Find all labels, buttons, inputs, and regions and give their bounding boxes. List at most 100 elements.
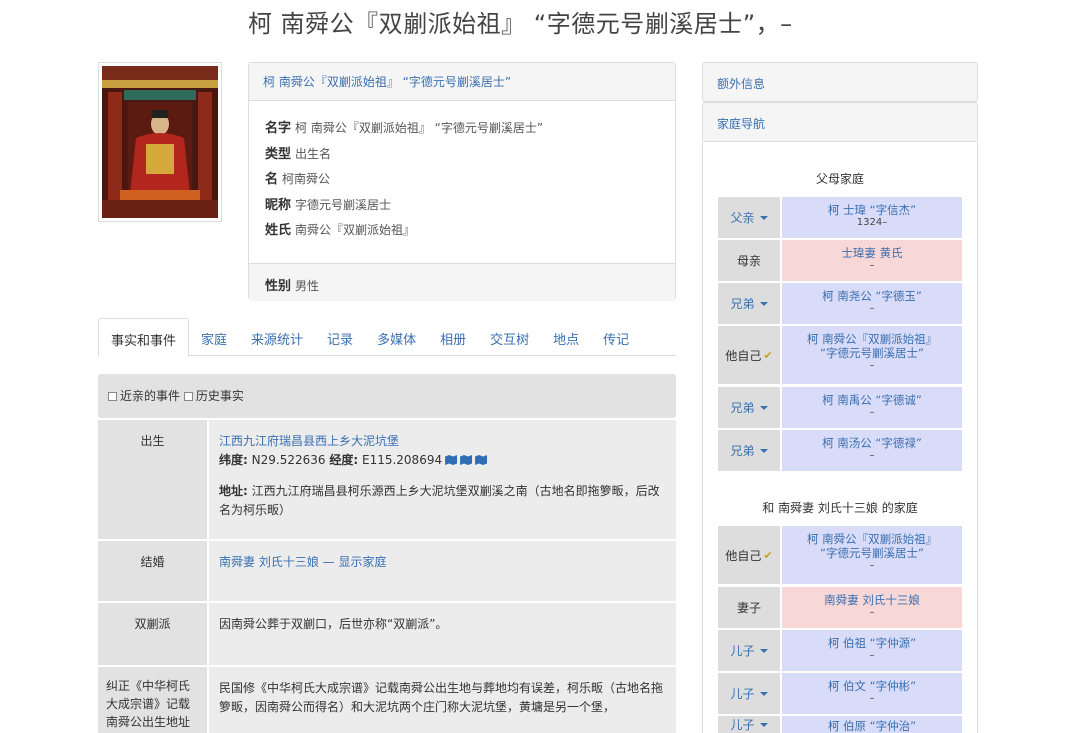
- relatives-events-checkbox[interactable]: [108, 392, 117, 401]
- fact-row-marriage: 结婚 南舜妻 刘氏十三娘 — 显示家庭: [98, 541, 676, 603]
- name-row-nickname: 昵称 字德元号剻溪居士: [265, 194, 661, 220]
- person-name: 柯 南舜公『双剻派始祖』: [806, 332, 938, 346]
- person-name: 士瑋妻 黄氏: [841, 246, 903, 260]
- person-card-wife[interactable]: 南舜妻 刘氏十三娘 –: [782, 587, 962, 628]
- person-dates: –: [869, 260, 875, 271]
- tab-biography[interactable]: 传记: [591, 318, 641, 356]
- relation-brother-dropdown[interactable]: 兄弟: [718, 430, 780, 471]
- tab-albums[interactable]: 相册: [428, 318, 478, 356]
- relation-label: 兄弟: [730, 444, 755, 458]
- person-name-line2: “字德元号剻溪居士”: [820, 346, 924, 360]
- relation-label: 儿子: [730, 718, 755, 732]
- tab-places[interactable]: 地点: [541, 318, 591, 356]
- person-card-son[interactable]: 柯 伯文 “字仲彬” –: [782, 673, 962, 714]
- spouse-link[interactable]: 南舜妻 刘氏十三娘: [219, 555, 319, 569]
- relation-brother-dropdown[interactable]: 兄弟: [718, 387, 780, 428]
- latitude-label: 纬度:: [219, 453, 248, 467]
- person-card-brother[interactable]: 柯 南汤公 “字德禄” –: [782, 430, 962, 471]
- relatives-events-label[interactable]: 近亲的事件: [120, 389, 180, 403]
- person-card-mother[interactable]: 士瑋妻 黄氏 –: [782, 240, 962, 281]
- relation-son-dropdown[interactable]: 儿子: [718, 716, 780, 733]
- tab-records[interactable]: 记录: [315, 318, 365, 356]
- historical-facts-checkbox[interactable]: [183, 392, 193, 401]
- person-dates: –: [869, 450, 875, 461]
- show-family-link[interactable]: 显示家庭: [338, 555, 386, 569]
- tab-family[interactable]: 家庭: [189, 318, 239, 356]
- relation-son-dropdown[interactable]: 儿子: [718, 630, 780, 671]
- portrait-image[interactable]: [98, 62, 222, 222]
- family-row-son: 儿子 柯 伯祖 “字仲源” –: [718, 630, 962, 671]
- label-gender: 性别: [265, 279, 292, 294]
- family-row-father: 父亲 柯 士瑋 “字信杰” 1324–: [718, 197, 962, 238]
- birth-place-link[interactable]: 江西九江府瑞昌县西上乡大泥坑堡: [219, 432, 666, 451]
- relation-label: 他自己: [725, 348, 762, 363]
- extra-info-panel[interactable]: 额外信息: [702, 62, 978, 102]
- person-dates: 1324–: [856, 217, 888, 228]
- person-dates: –: [869, 607, 875, 618]
- relation-wife: 妻子: [718, 587, 780, 628]
- tab-bar: 事实和事件 家庭 来源统计 记录 多媒体 相册 交互树 地点 传记: [98, 318, 676, 357]
- family-nav-panel[interactable]: 家庭导航: [702, 102, 978, 142]
- map-icon[interactable]: [445, 455, 458, 465]
- tab-media[interactable]: 多媒体: [365, 318, 428, 356]
- caret-down-icon: [759, 691, 768, 696]
- relation-self: 他自己 ✔: [718, 526, 780, 584]
- value-name: 柯 南舜公『双剻派始祖』 “字德元号剻溪居士”: [295, 121, 544, 135]
- tab-interactive-tree[interactable]: 交互树: [478, 318, 541, 356]
- map-icon[interactable]: [475, 455, 488, 465]
- historical-facts-label[interactable]: 历史事实: [196, 389, 244, 403]
- value-gender: 男性: [295, 279, 320, 293]
- family-row-self: 他自己 ✔ 柯 南舜公『双剻派始祖』 “字德元号剻溪居士” –: [718, 526, 962, 584]
- value-type: 出生名: [295, 146, 332, 161]
- value-given: 柯南舜公: [282, 172, 331, 186]
- fact-body-shuangkuai: 因南舜公葬于双剻口，后世亦称“双剻派”。: [209, 603, 676, 665]
- value-surname: 南舜公『双剻派始祖』: [295, 223, 416, 237]
- fact-row-birth: 出生 江西九江府瑞昌县西上乡大泥坑堡 纬度: N29.522636 经度: E1…: [98, 420, 676, 541]
- tab-sources[interactable]: 来源统计: [239, 318, 315, 356]
- person-card-brother[interactable]: 柯 南禹公 “字德诚” –: [782, 387, 962, 428]
- person-card-self[interactable]: 柯 南舜公『双剻派始祖』 “字德元号剻溪居士” –: [782, 526, 962, 584]
- fact-row-shuangkuai: 双剻派 因南舜公葬于双剻口，后世亦称“双剻派”。: [98, 603, 676, 667]
- label-nickname: 昵称: [265, 197, 292, 213]
- event-filter-bar: 近亲的事件 历史事实: [98, 374, 676, 418]
- tab-facts-events[interactable]: 事实和事件: [98, 318, 190, 357]
- person-card-son[interactable]: 柯 伯祖 “字仲源” –: [782, 630, 962, 671]
- caret-down-icon: [759, 722, 768, 727]
- relation-son-dropdown[interactable]: 儿子: [718, 673, 780, 714]
- person-name: 南舜妻 刘氏十三娘: [824, 593, 920, 607]
- name-panel-header[interactable]: 柯 南舜公『双剻派始祖』 “字德元号剻溪居士”: [249, 63, 675, 101]
- birth-address: 地址: 江西九江府瑞昌县柯乐源西上乡大泥坑堡双剻溪之南（古地名即拖箩畈，后改名为…: [219, 482, 666, 520]
- fact-label-marriage: 结婚: [98, 541, 209, 601]
- check-icon: ✔: [763, 348, 773, 362]
- fact-body-birth: 江西九江府瑞昌县西上乡大泥坑堡 纬度: N29.522636 经度: E115.…: [209, 420, 676, 539]
- fact-label-shuangkuai: 双剻派: [98, 603, 209, 665]
- facts-table: 出生 江西九江府瑞昌县西上乡大泥坑堡 纬度: N29.522636 经度: E1…: [98, 420, 676, 733]
- relation-label: 兄弟: [730, 297, 755, 311]
- person-name: 柯 士瑋 “字信杰”: [827, 203, 917, 217]
- check-icon: ✔: [763, 548, 773, 562]
- relation-label: 儿子: [730, 644, 755, 658]
- person-card-self[interactable]: 柯 南舜公『双剻派始祖』 “字德元号剻溪居士” –: [782, 326, 962, 384]
- caret-down-icon: [759, 448, 768, 453]
- name-details: 名字柯 南舜公『双剻派始祖』 “字德元号剻溪居士” 类型 出生名 名柯南舜公 昵称…: [249, 101, 675, 263]
- family-row-brother: 兄弟 柯 南禹公 “字德诚” –: [718, 387, 962, 428]
- map-icon[interactable]: [460, 455, 473, 465]
- relation-father-dropdown[interactable]: 父亲: [718, 197, 780, 238]
- family-row-brother: 兄弟 柯 南尧公 “字德玉” –: [718, 283, 962, 324]
- person-name: 柯 南尧公 “字德玉”: [822, 289, 922, 303]
- person-name: 柯 伯文 “字仲彬”: [827, 679, 917, 693]
- person-dates: –: [869, 693, 875, 704]
- person-card-brother[interactable]: 柯 南尧公 “字德玉” –: [782, 283, 962, 324]
- relation-label: 父亲: [730, 211, 755, 225]
- ancestor-portrait-graphic: [102, 66, 218, 218]
- page-title: 柯 南舜公『双剻派始祖』 “字德元号剻溪居士”，–: [248, 10, 793, 38]
- person-name: 柯 南舜公『双剻派始祖』: [806, 532, 938, 546]
- own-family-heading: 和 南舜妻 刘氏十三娘 的家庭: [762, 501, 918, 515]
- relation-brother-dropdown[interactable]: 兄弟: [718, 283, 780, 324]
- fact-row-correction: 纠正《中华柯氏大成宗谱》记载南舜公出生地址 民国修《中华柯氏大成宗谱》记载南舜公…: [98, 667, 676, 733]
- caret-down-icon: [759, 301, 768, 306]
- person-card-son[interactable]: 柯 伯原 “字仲治”–: [782, 716, 962, 733]
- caret-down-icon: [759, 648, 768, 653]
- relation-label: 儿子: [730, 687, 755, 701]
- person-card-father[interactable]: 柯 士瑋 “字信杰” 1324–: [782, 197, 962, 238]
